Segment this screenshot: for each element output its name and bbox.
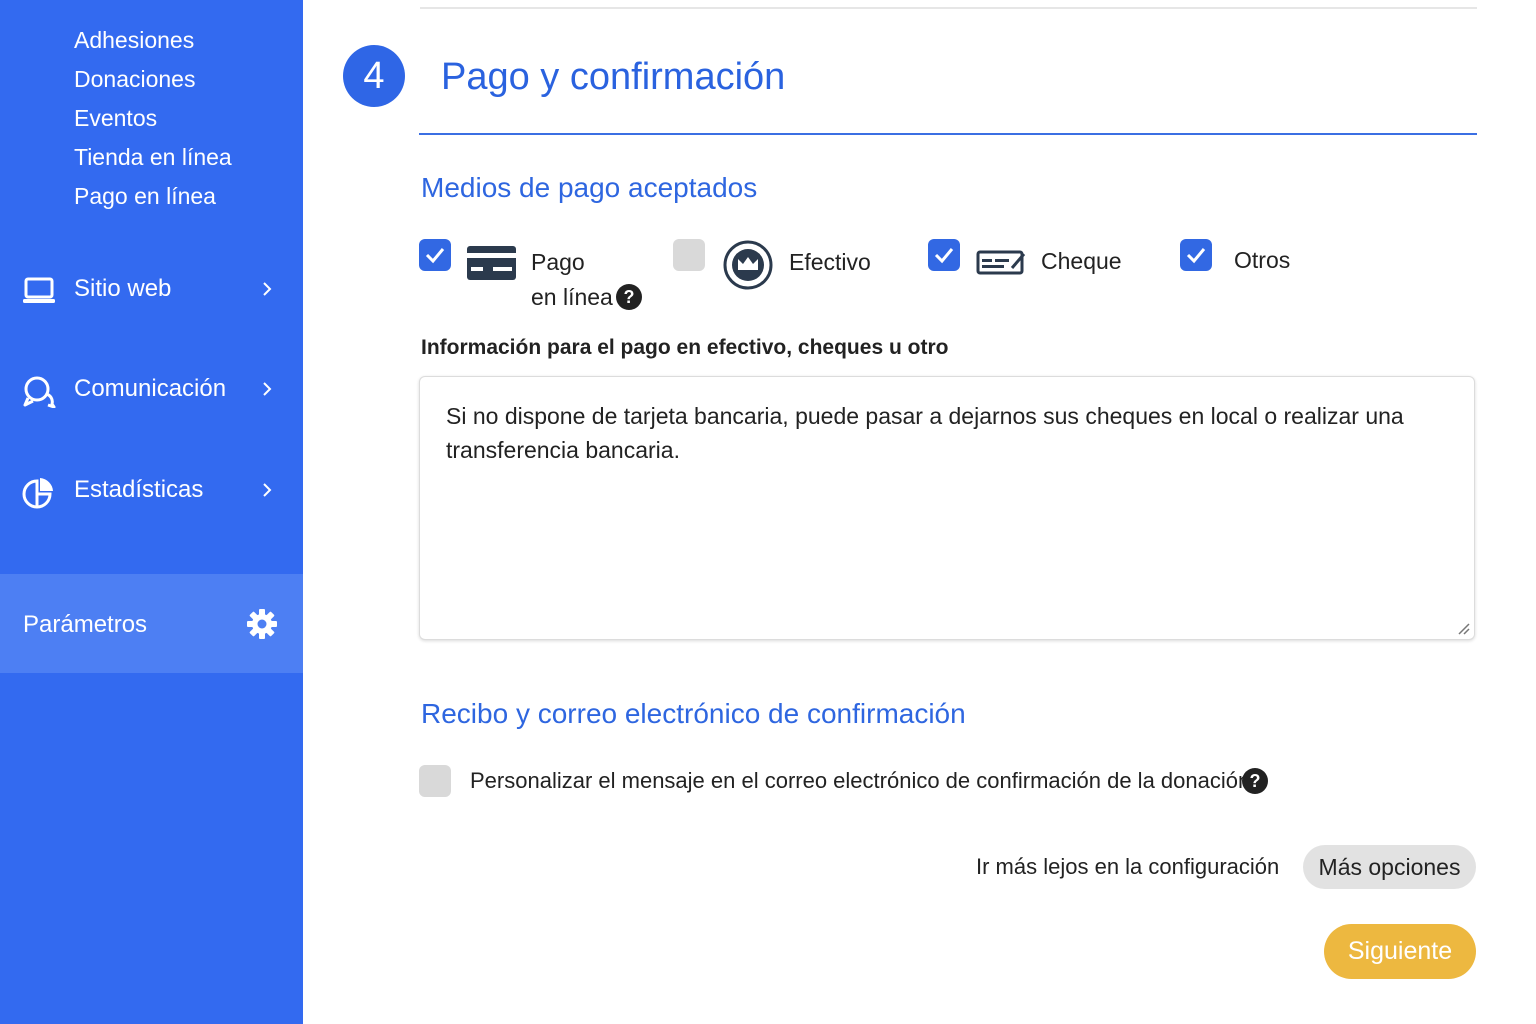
sidebar-item-parameters[interactable]: Parámetros — [0, 574, 303, 673]
title-divider — [419, 133, 1477, 135]
cash-coin-icon — [723, 240, 773, 290]
chevron-right-icon — [263, 483, 272, 497]
laptop-icon — [23, 277, 55, 303]
resize-handle-icon[interactable] — [1456, 621, 1470, 635]
help-icon[interactable]: ? — [616, 284, 642, 310]
payment-label-otros: Otros — [1234, 247, 1291, 273]
sidebar: Adhesiones Donaciones Eventos Tienda en … — [0, 0, 303, 1024]
next-button[interactable]: Siguiente — [1324, 924, 1476, 979]
checkbox-cheque[interactable] — [928, 239, 960, 271]
checkbox-customize-email[interactable] — [419, 765, 451, 797]
payment-label-cash: Efectivo — [789, 249, 871, 275]
sidebar-item-communication[interactable]: Comunicación — [0, 362, 303, 418]
sidebar-subitem-tienda[interactable]: Tienda en línea — [74, 142, 232, 172]
section-title-receipt: Recibo y correo electrónico de confirmac… — [421, 698, 966, 729]
sidebar-item-statistics[interactable]: Estadísticas — [0, 463, 303, 519]
page-title: Pago y confirmación — [441, 56, 786, 98]
checkmark-icon — [425, 248, 445, 264]
section-title-payment-methods: Medios de pago aceptados — [421, 172, 758, 203]
payment-label-online-line2: en línea — [531, 284, 613, 310]
checkbox-efectivo[interactable] — [673, 239, 705, 271]
pie-chart-icon — [22, 478, 53, 509]
chevron-right-icon — [263, 282, 272, 296]
sidebar-item-label: Estadísticas — [74, 476, 204, 503]
sidebar-subitem-donaciones[interactable]: Donaciones — [74, 64, 195, 94]
chevron-right-icon — [263, 382, 272, 396]
sidebar-item-website[interactable]: Sitio web — [0, 262, 303, 318]
sidebar-item-label: Sitio web — [74, 275, 172, 302]
gear-icon — [247, 609, 277, 639]
sidebar-subitem-eventos[interactable]: Eventos — [74, 103, 157, 133]
advanced-config-text: Ir más lejos en la configuración — [976, 854, 1280, 879]
top-divider — [420, 7, 1477, 9]
credit-card-icon — [467, 246, 516, 280]
checkmark-icon — [1186, 248, 1206, 264]
sidebar-subitem-adhesiones[interactable]: Adhesiones — [74, 25, 194, 55]
more-options-button[interactable]: Más opciones — [1303, 845, 1476, 889]
sidebar-subitem-pago-en-linea[interactable]: Pago en línea — [74, 181, 216, 211]
sidebar-item-label: Parámetros — [23, 611, 148, 638]
payment-label-online-line1: Pago — [531, 249, 585, 275]
sidebar-item-label: Comunicación — [74, 375, 227, 402]
checkmark-icon — [934, 248, 954, 264]
payment-label-cheque: Cheque — [1041, 248, 1122, 274]
checkbox-otros[interactable] — [1180, 239, 1212, 271]
payment-info-text: Si no dispone de tarjeta bancaria, puede… — [446, 403, 1404, 463]
step-number-badge: 4 — [343, 45, 405, 107]
payment-info-label: Información para el pago en efectivo, ch… — [421, 336, 949, 359]
cheque-icon — [976, 250, 1026, 275]
help-icon[interactable]: ? — [1242, 768, 1268, 794]
chat-bubbles-icon — [23, 376, 56, 408]
checkbox-pago-en-linea[interactable] — [419, 239, 451, 271]
customize-email-label: Personalizar el mensaje en el correo ele… — [470, 768, 1251, 793]
payment-info-textarea[interactable]: Si no dispone de tarjeta bancaria, puede… — [419, 376, 1475, 640]
